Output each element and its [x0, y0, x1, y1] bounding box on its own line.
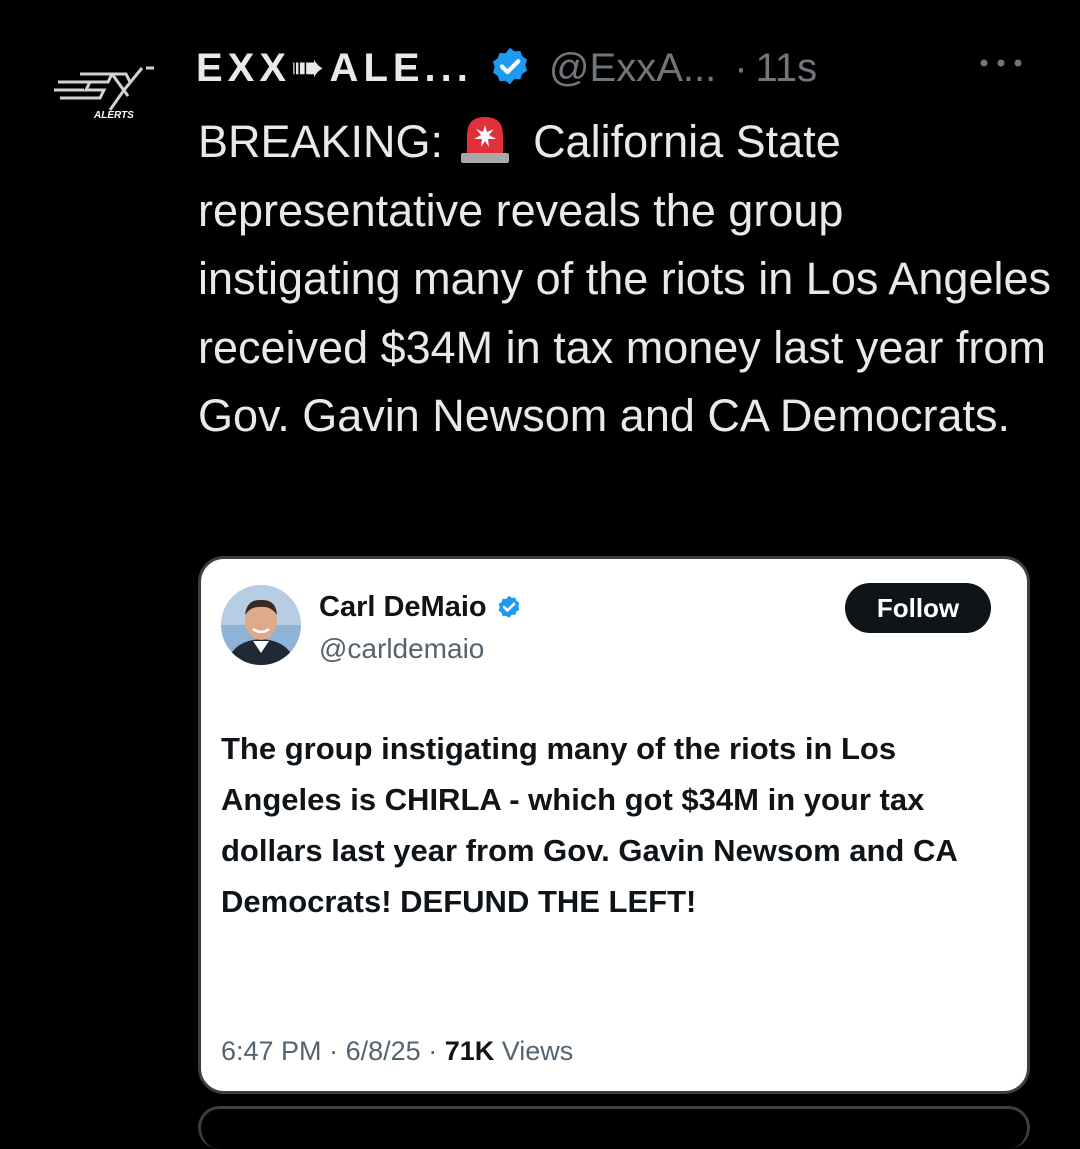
quoted-author-name[interactable]: Carl DeMaio [319, 591, 487, 624]
tweet-timestamp[interactable]: 11s [756, 46, 818, 91]
meta-dot: · [329, 1036, 339, 1066]
verified-badge-icon [498, 595, 519, 618]
quoted-tweet-card[interactable]: Carl DeMaio @carldemaio Follow The group… [198, 556, 1030, 1094]
follow-button[interactable]: Follow [845, 583, 991, 633]
tweet[interactable]: ALERTS EXX➠ALE... @ExxA... · 11s BREAKIN… [0, 0, 1080, 1149]
quoted-author-name-row: Carl DeMaio [319, 591, 523, 624]
quoted-author-handle[interactable]: @carldemaio [319, 633, 484, 665]
views-label: Views [501, 1036, 574, 1066]
more-dots-icon [980, 59, 1022, 67]
verified-badge-icon [492, 47, 527, 85]
quoted-tweet-text: The group instigating many of the riots … [221, 731, 957, 919]
next-card-edge [198, 1106, 1030, 1149]
quoted-tweet-time[interactable]: 6:47 PM [221, 1036, 322, 1066]
header-separator: · [734, 45, 748, 90]
quoted-tweet-meta: 6:47 PM · 6/8/25 · 71K Views [221, 1036, 573, 1067]
author-handle[interactable]: @ExxA... [549, 46, 716, 91]
tweet-text-prefix: BREAKING: [198, 116, 444, 167]
avatar-logo-text: ALERTS [93, 110, 134, 120]
avatar-photo-icon [221, 585, 301, 665]
views-count: 71K [444, 1036, 495, 1066]
author-display-name[interactable]: EXX➠ALE... [196, 45, 473, 91]
more-options-button[interactable] [974, 48, 1030, 78]
tweet-text: BREAKING: California State representativ… [198, 108, 1058, 451]
meta-dot: · [428, 1036, 438, 1066]
tweet-header: EXX➠ALE... @ExxA... · 11s [196, 40, 817, 96]
quoted-author-avatar[interactable] [221, 585, 301, 665]
quoted-tweet-date[interactable]: 6/8/25 [346, 1036, 421, 1066]
exx-alerts-logo-icon: ALERTS [54, 66, 154, 121]
rotating-light-icon [461, 117, 510, 163]
author-avatar[interactable]: ALERTS [50, 60, 168, 121]
